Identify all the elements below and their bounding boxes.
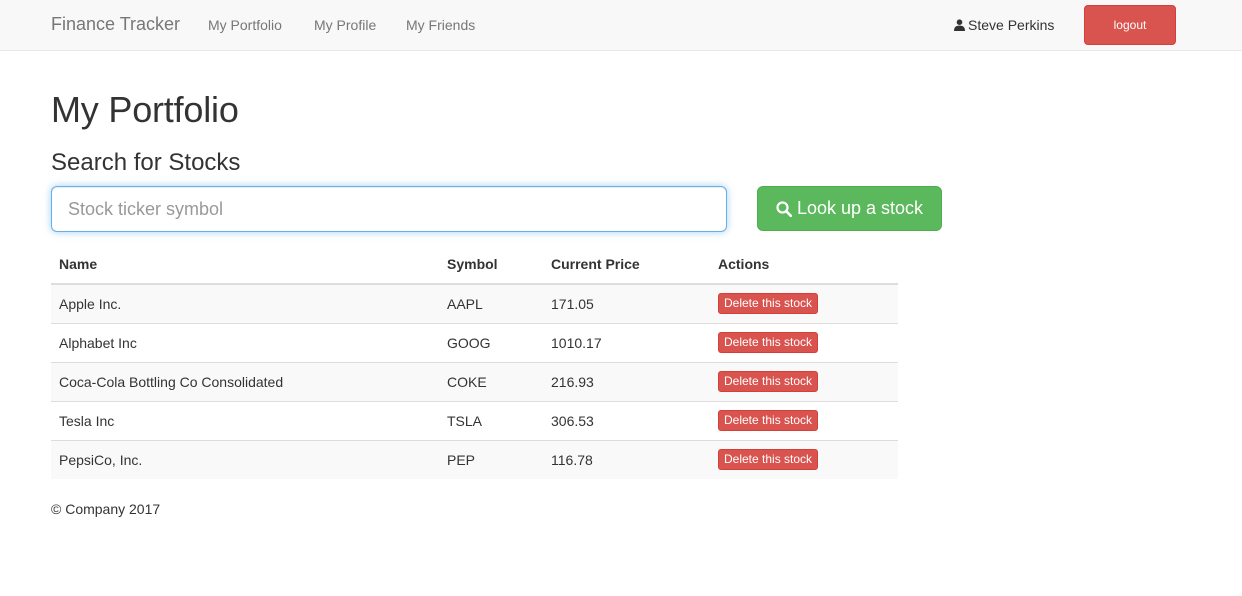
footer-copyright: © Company 2017 xyxy=(51,501,161,517)
stock-symbol: GOOG xyxy=(439,322,543,362)
table-row: Tesla Inc TSLA 306.53 Delete this stock xyxy=(51,400,898,440)
look-up-stock-button[interactable]: Look up a stock xyxy=(757,186,942,231)
table-row: Apple Inc. AAPL 171.05 Delete this stock xyxy=(51,283,898,323)
search-heading: Search for Stocks xyxy=(51,149,241,176)
header-name: Name xyxy=(51,245,439,285)
user-name: Steve Perkins xyxy=(968,17,1055,33)
stock-price: 116.78 xyxy=(543,439,710,479)
table-row: PepsiCo, Inc. PEP 116.78 Delete this sto… xyxy=(51,439,898,479)
stock-symbol: TSLA xyxy=(439,400,543,440)
stock-name: Apple Inc. xyxy=(51,283,439,323)
table-row: Alphabet Inc GOOG 1010.17 Delete this st… xyxy=(51,322,898,362)
stock-name: Tesla Inc xyxy=(51,400,439,440)
nav-link-my-portfolio[interactable]: My Portfolio xyxy=(208,17,282,33)
stock-price: 216.93 xyxy=(543,361,710,401)
table-row: Coca-Cola Bottling Co Consolidated COKE … xyxy=(51,361,898,401)
delete-stock-button[interactable]: Delete this stock xyxy=(718,449,819,471)
stock-symbol: AAPL xyxy=(439,283,543,323)
brand-link[interactable]: Finance Tracker xyxy=(51,14,180,35)
stock-symbol: COKE xyxy=(439,361,543,401)
nav-link-my-profile[interactable]: My Profile xyxy=(314,17,376,33)
stock-ticker-input[interactable] xyxy=(51,186,727,232)
delete-stock-button[interactable]: Delete this stock xyxy=(718,410,819,431)
delete-stock-button[interactable]: Delete this stock xyxy=(718,371,819,392)
stock-price: 1010.17 xyxy=(543,322,710,362)
navbar: Finance Tracker My Portfolio My Profile … xyxy=(0,0,1242,51)
header-symbol: Symbol xyxy=(439,245,543,285)
delete-stock-button[interactable]: Delete this stock xyxy=(718,332,819,353)
portfolio-table: Name Symbol Current Price Actions Apple … xyxy=(51,245,898,479)
user-icon xyxy=(954,18,965,31)
stock-name: Alphabet Inc xyxy=(51,322,439,362)
stock-price: 171.05 xyxy=(543,283,710,323)
stock-symbol: PEP xyxy=(439,439,543,479)
nav-link-my-friends[interactable]: My Friends xyxy=(406,17,475,33)
logout-button[interactable]: logout xyxy=(1084,5,1176,45)
stock-name: PepsiCo, Inc. xyxy=(51,439,439,479)
search-icon xyxy=(776,200,792,217)
delete-stock-button[interactable]: Delete this stock xyxy=(718,293,819,315)
header-current-price: Current Price xyxy=(543,245,710,285)
header-actions: Actions xyxy=(710,245,898,285)
nav-user[interactable]: Steve Perkins xyxy=(954,17,1054,33)
table-header-row: Name Symbol Current Price Actions xyxy=(51,245,898,285)
page-title: My Portfolio xyxy=(51,89,239,130)
stock-name: Coca-Cola Bottling Co Consolidated xyxy=(51,361,439,401)
look-up-stock-label: Look up a stock xyxy=(796,198,924,218)
stock-price: 306.53 xyxy=(543,400,710,440)
